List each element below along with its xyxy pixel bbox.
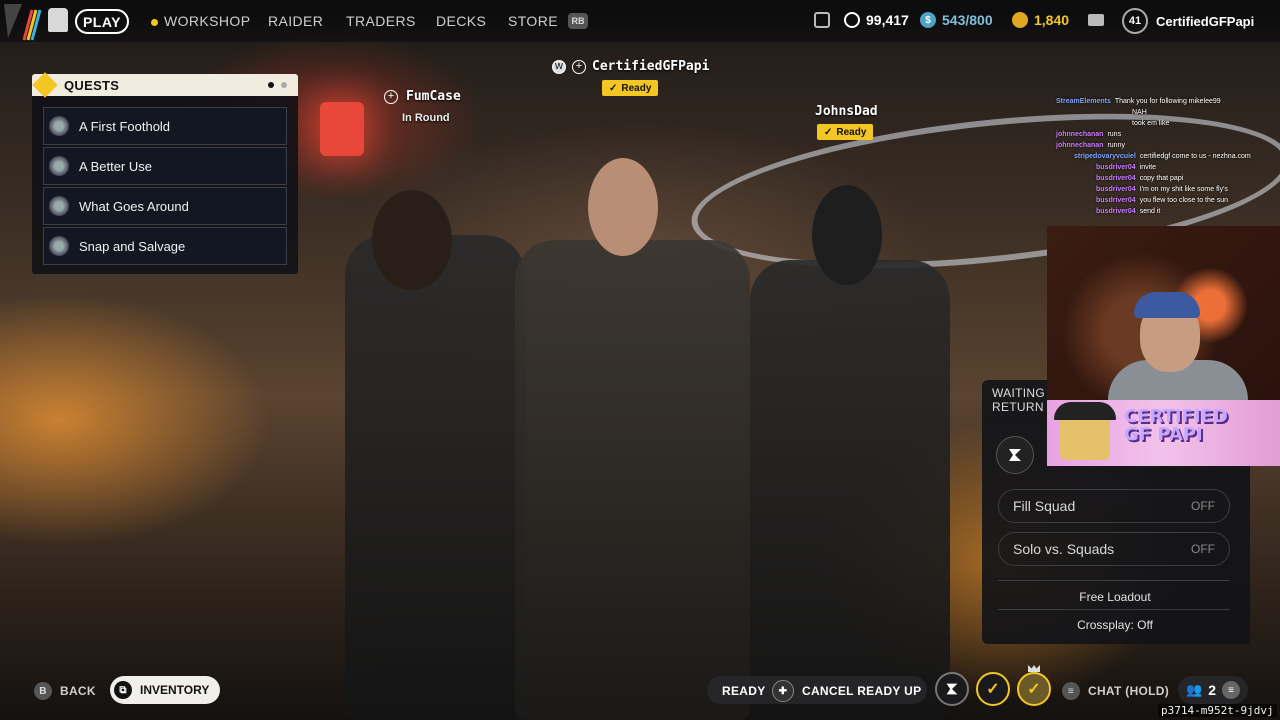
coin-icon (844, 12, 860, 28)
mail-icon[interactable] (1088, 14, 1104, 26)
rb-key-hint: RB (568, 13, 588, 29)
page-dot-active[interactable] (268, 82, 274, 88)
platform-icon: w (552, 59, 566, 74)
ready-badge-right: ✓ Ready (817, 124, 874, 140)
check-icon: ✓ (609, 82, 618, 94)
squad-emblem-icon[interactable] (935, 672, 969, 706)
emblem-icon (946, 683, 958, 695)
background-neon-light (320, 102, 364, 156)
character-left (345, 235, 525, 720)
quest-item[interactable]: Snap and Salvage (43, 227, 287, 265)
profile-icon[interactable] (48, 8, 68, 32)
character-left-head (372, 190, 452, 290)
quest-giver-icon (49, 196, 69, 216)
chat-message: johnnechanan runs (1056, 131, 1122, 138)
fill-squad-toggle[interactable]: Fill Squad OFF (998, 489, 1230, 523)
character-right-head (812, 185, 882, 285)
decks-tab[interactable]: DECKS (436, 13, 486, 29)
notification-dot-icon (151, 18, 158, 26)
credits-icon: $ (920, 12, 936, 28)
pirate-hat-icon (1054, 402, 1116, 420)
check-icon: ✓ (1027, 681, 1041, 698)
free-loadout-text[interactable]: Free Loadout (1000, 590, 1230, 604)
coins-currency: 99,417 (844, 12, 909, 28)
session-id: p3714-m952t-9jdvj (1158, 704, 1277, 717)
quest-giver-icon (49, 156, 69, 176)
crossplay-status: Crossplay: Off (1077, 618, 1153, 632)
emblem-icon (1009, 449, 1021, 461)
username: CertifiedGFPapi (1156, 14, 1255, 29)
player-name-right[interactable]: JohnsDad (815, 104, 878, 119)
quest-item[interactable]: A First Foothold (43, 107, 287, 145)
b-button-icon: B (34, 682, 52, 700)
page-dot[interactable] (281, 82, 287, 88)
divider (998, 580, 1230, 581)
webcam-streamer-hat (1134, 292, 1200, 318)
raider-tab[interactable]: RAIDER (268, 13, 323, 29)
cancel-ready-button[interactable]: ✚ CANCEL READY UP (772, 678, 921, 704)
player-tag-center[interactable]: w + CertifiedGFPapi (552, 59, 709, 74)
chat-message: busdriver04 I'm on my shit like some fly'… (1096, 186, 1228, 193)
ready-badge-center: ✓ Ready (602, 80, 659, 96)
add-friend-icon[interactable]: + (572, 59, 586, 74)
player-level-badge: 41 (1122, 8, 1148, 34)
squad-member-ready-icon[interactable]: ✓ (976, 672, 1010, 706)
crown-icon (1028, 665, 1040, 672)
character-center-head (588, 158, 658, 256)
chat-message: stripedovaryvcuiel certifiedgf come to us… (1074, 153, 1251, 160)
credits-currency: $ 543/800 (920, 12, 993, 28)
solo-vs-squads-toggle[interactable]: Solo vs. Squads OFF (998, 532, 1230, 566)
quest-item[interactable]: A Better Use (43, 147, 287, 185)
check-icon: ✓ (986, 681, 1000, 698)
quest-giver-icon (49, 116, 69, 136)
chat-message: took em like (1132, 120, 1170, 127)
squad-leader-ready-icon[interactable]: ✓ (1017, 672, 1051, 706)
check-icon: ✓ (824, 126, 833, 138)
menu-icon: ≡ (1221, 681, 1240, 699)
chat-message: busdriver04 send it (1096, 208, 1161, 215)
back-button[interactable]: B BACK (34, 678, 96, 704)
quest-giver-icon (49, 236, 69, 256)
add-friend-icon[interactable]: + (384, 89, 398, 104)
game-mode-icon[interactable] (996, 436, 1034, 474)
streamer-banner-text: CERTIFIED GF PAPI (1124, 406, 1228, 445)
trader-icon[interactable] (814, 12, 830, 28)
traders-tab[interactable]: TRADERS (346, 13, 416, 29)
chat-message: busdriver04 copy that papi (1096, 175, 1184, 182)
character-center (515, 240, 750, 720)
inventory-icon: ⧉ (114, 681, 132, 699)
play-tab[interactable]: PLAY (75, 9, 129, 34)
chat-message: busdriver04 invite (1096, 164, 1157, 171)
squad-count-pill[interactable]: 👥 2 ≡ (1178, 676, 1248, 704)
player-tag-left[interactable]: + FumCase (384, 89, 461, 104)
quest-item[interactable]: What Goes Around (43, 187, 287, 225)
chat-icon: ≡ (1062, 682, 1080, 700)
token-icon (1012, 12, 1028, 28)
cancel-ready-icon: ✚ (772, 680, 794, 702)
chat-message: johnnechanan runny (1056, 142, 1125, 149)
workshop-tab[interactable]: WORKSHOP (151, 13, 250, 29)
tokens-currency: 1,840 (1012, 12, 1069, 28)
game-logo-icon (4, 4, 42, 41)
divider (998, 609, 1230, 610)
character-right (750, 260, 950, 720)
store-tab[interactable]: STORE (508, 13, 558, 29)
chat-button[interactable]: ≡ CHAT (HOLD) (1062, 678, 1169, 704)
quests-title: QUESTS (64, 78, 120, 93)
player-status-left: In Round (402, 112, 450, 124)
stream-chat-overlay: StreamElements Thank you for following mi… (1056, 96, 1276, 217)
chat-message: NAH (1132, 109, 1147, 116)
chat-message: busdriver04 you flew too close to the sun (1096, 197, 1229, 204)
chat-message: StreamElements Thank you for following mi… (1056, 98, 1221, 105)
ready-label: READY (722, 684, 766, 698)
people-icon: 👥 (1186, 682, 1203, 697)
inventory-button[interactable]: ⧉ INVENTORY (110, 676, 220, 704)
